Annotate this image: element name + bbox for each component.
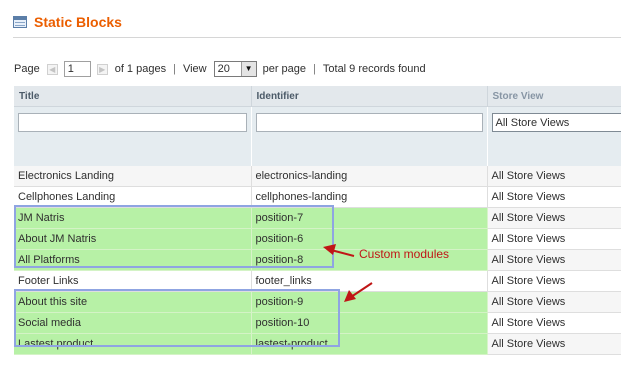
cell-store-view: All Store Views	[487, 186, 621, 208]
cell-title: Lastest product	[14, 333, 252, 355]
per-page-value: 20	[217, 63, 230, 75]
cell-title: Social media	[14, 312, 252, 334]
store-view-filter-value: All Store Views	[495, 116, 570, 129]
cell-store-view: All Store Views	[487, 333, 621, 355]
grid-icon	[13, 16, 27, 28]
cell-store-view: All Store Views	[487, 291, 621, 313]
pager: Page ◀ ▶ of 1 pages | View 20 ▼ per page…	[14, 61, 426, 77]
column-header-identifier[interactable]: Identifier	[251, 86, 488, 107]
filter-row: All Store Views	[14, 106, 621, 166]
page-number-input[interactable]	[63, 61, 91, 77]
cell-identifier: position-7	[251, 207, 488, 229]
table-row[interactable]: Footer Links footer_links All Store Views	[14, 270, 621, 292]
column-header-store-view[interactable]: Store View	[487, 86, 621, 107]
cell-title: Cellphones Landing	[14, 186, 252, 208]
cell-identifier: footer_links	[251, 270, 488, 292]
static-blocks-grid: Title Identifier Store View All Store Vi…	[14, 86, 621, 355]
column-header-title[interactable]: Title	[14, 86, 252, 107]
cell-store-view: All Store Views	[487, 312, 621, 334]
cell-title: About this site	[14, 291, 252, 313]
previous-page-icon[interactable]: ◀	[46, 63, 58, 75]
cell-title: About JM Natris	[14, 228, 252, 250]
of-pages-text: of 1 pages	[114, 63, 167, 75]
view-label: View	[182, 63, 207, 75]
page-title: Static Blocks	[34, 14, 122, 30]
table-row[interactable]: Electronics Landing electronics-landing Al…	[14, 166, 621, 187]
cell-title: JM Natris	[14, 207, 252, 229]
cell-identifier: position-9	[251, 291, 488, 313]
per-page-label: per page	[262, 63, 307, 75]
cell-title: Electronics Landing	[14, 166, 252, 187]
store-view-filter-select[interactable]: All Store Views	[491, 113, 621, 132]
total-records: Total 9 records found	[322, 63, 426, 75]
cell-identifier: lastest-product	[251, 333, 488, 355]
cell-identifier: cellphones-landing	[251, 186, 488, 208]
table-row[interactable]: Social media position-10 All Store Views	[14, 312, 621, 334]
per-page-select[interactable]: 20 ▼	[213, 61, 257, 77]
identifier-filter-input[interactable]	[255, 113, 483, 132]
pager-separator: |	[173, 63, 176, 75]
table-row[interactable]: JM Natris position-7 All Store Views	[14, 207, 621, 229]
cell-store-view: All Store Views	[487, 166, 621, 187]
table-row[interactable]: Lastest product lastest-product All Store …	[14, 333, 621, 355]
chevron-down-icon: ▼	[240, 62, 256, 76]
cell-store-view: All Store Views	[487, 228, 621, 250]
cell-store-view: All Store Views	[487, 207, 621, 229]
table-row[interactable]: About JM Natris position-6 All Store Views	[14, 228, 621, 250]
cell-store-view: All Store Views	[487, 249, 621, 271]
header-divider	[13, 37, 621, 38]
table-row[interactable]: All Platforms position-8 All Store Views	[14, 249, 621, 271]
cell-store-view: All Store Views	[487, 270, 621, 292]
title-filter-input[interactable]	[18, 113, 247, 132]
cell-identifier: position-10	[251, 312, 488, 334]
table-row[interactable]: About this site position-9 All Store Views	[14, 291, 621, 313]
custom-modules-callout: Custom modules	[359, 247, 450, 261]
table-row[interactable]: Cellphones Landing cellphones-landing All …	[14, 186, 621, 208]
page-label: Page	[14, 63, 40, 75]
page-header: Static Blocks	[13, 13, 122, 31]
pager-separator: |	[313, 63, 316, 75]
cell-identifier: electronics-landing	[251, 166, 488, 187]
cell-title: All Platforms	[14, 249, 252, 271]
next-page-icon[interactable]: ▶	[96, 63, 108, 75]
cell-title: Footer Links	[14, 270, 252, 292]
